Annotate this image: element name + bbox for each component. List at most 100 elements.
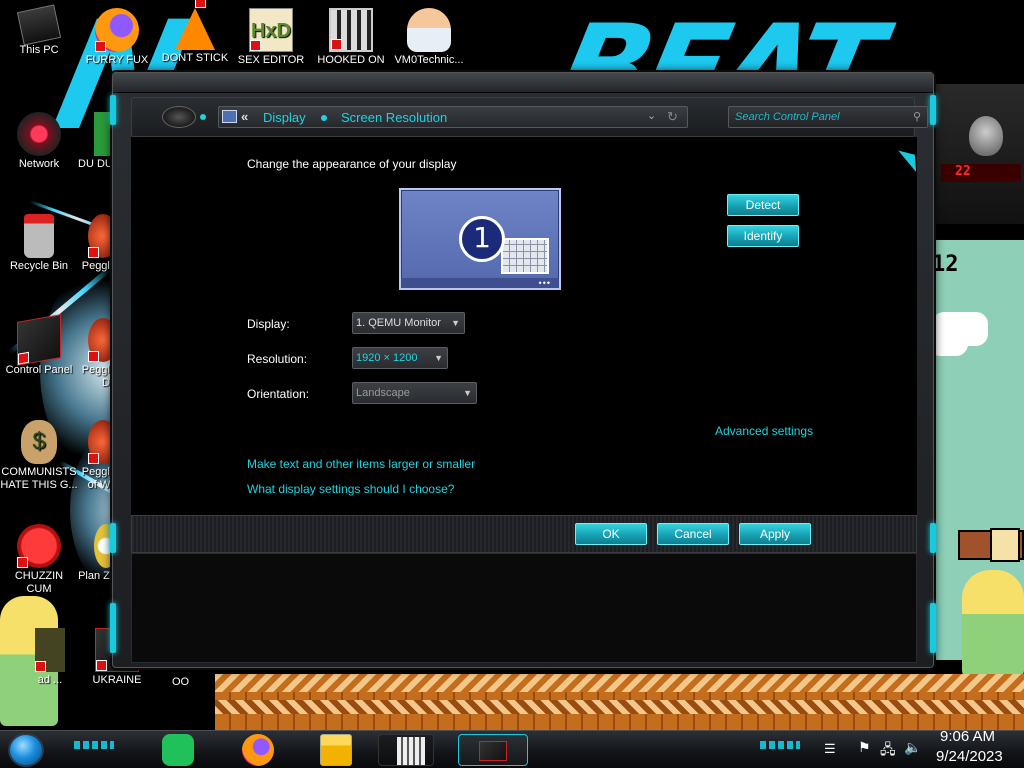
breadcrumb-separator bbox=[321, 115, 327, 121]
search-box[interactable]: Search Control Panel ⚲ bbox=[728, 106, 928, 128]
desktop-icon-recycle-bin[interactable]: Recycle Bin bbox=[0, 214, 78, 273]
control-panel-taskbar-icon[interactable] bbox=[458, 734, 528, 766]
display-monitor-icon bbox=[222, 110, 237, 123]
monitor-dots: ••• bbox=[538, 278, 551, 288]
display-help-link[interactable]: What display settings should I choose? bbox=[247, 482, 454, 496]
desktop-icon-peggle-of-wa[interactable]: Peggle of Wa bbox=[78, 420, 116, 492]
game-counter: 12 bbox=[932, 252, 959, 277]
volume-icon[interactable]: 🔈 bbox=[904, 739, 921, 756]
file-explorer-icon[interactable] bbox=[320, 734, 352, 766]
taskbar: ☰ ⚑ 🖧 🔈 bbox=[0, 730, 1024, 768]
monitor-preview[interactable]: 1 ••• bbox=[399, 188, 561, 290]
desktop-icon-ad[interactable]: ad ... bbox=[30, 628, 70, 687]
search-icon[interactable]: ⚲ bbox=[913, 110, 921, 123]
menu-lines-icon[interactable]: ☰ bbox=[824, 741, 836, 757]
nav-dot bbox=[200, 114, 206, 120]
frame-accent bbox=[110, 95, 116, 125]
desktop-icon-hooked-on[interactable]: HOOKED ON bbox=[312, 8, 390, 67]
window-title-bar[interactable] bbox=[113, 73, 933, 93]
resolution-select-value: 1920 × 1200 bbox=[356, 352, 418, 364]
display-select[interactable]: 1. QEMU Monitor ▼ bbox=[352, 312, 465, 334]
ok-button[interactable]: OK bbox=[575, 523, 647, 545]
desktop-icon-peggle[interactable]: Peggle bbox=[78, 214, 116, 273]
firefox-icon bbox=[95, 8, 139, 52]
orientation-select[interactable]: Landscape ▼ bbox=[352, 382, 477, 404]
recycle-bin-icon bbox=[24, 214, 54, 258]
hxd-editor-icon: HxD bbox=[249, 8, 293, 52]
text-size-link[interactable]: Make text and other items larger or smal… bbox=[247, 457, 475, 471]
identify-button[interactable]: Identify bbox=[727, 225, 799, 247]
monitor-taskbar bbox=[401, 278, 559, 288]
apply-button[interactable]: Apply bbox=[739, 523, 811, 545]
refresh-icon[interactable]: ↻ bbox=[667, 109, 678, 125]
navigation-bar: « Display Screen Resolution ⌄ ↻ Search C… bbox=[131, 97, 928, 137]
technician-icon bbox=[407, 8, 451, 52]
firefox-icon[interactable] bbox=[242, 734, 274, 766]
breadcrumb-display[interactable]: Display bbox=[263, 110, 306, 125]
frame-accent bbox=[930, 95, 936, 125]
desktop-icon-communists[interactable]: $ COMMUNISTS HATE THIS G... bbox=[0, 420, 78, 492]
desktop-icon-furry-fux[interactable]: FURRY FUX bbox=[78, 8, 156, 67]
flag-icon[interactable]: ⚑ bbox=[858, 739, 871, 756]
this-pc-icon bbox=[16, 4, 62, 46]
control-panel-icon bbox=[17, 314, 61, 366]
advanced-settings-link[interactable]: Advanced settings bbox=[715, 424, 813, 438]
desktop-icon-vm0technic[interactable]: VM0Technic... bbox=[390, 8, 468, 67]
page-title: Change the appearance of your display bbox=[247, 157, 457, 171]
breadcrumb-overflow[interactable]: « bbox=[241, 109, 248, 124]
vlc-cone-icon bbox=[175, 0, 215, 50]
app-icon bbox=[35, 628, 65, 672]
desktop-icon-peggle-de[interactable]: Peggle De bbox=[78, 318, 116, 390]
taskbar-accent bbox=[760, 741, 800, 749]
desktop-icon-network[interactable]: Network bbox=[0, 112, 78, 171]
game-thumbnail bbox=[397, 737, 425, 765]
cancel-button[interactable]: Cancel bbox=[657, 523, 729, 545]
window-lower-panel bbox=[131, 553, 917, 663]
money-bag-icon: $ bbox=[21, 420, 57, 464]
orientation-select-value: Landscape bbox=[356, 387, 410, 399]
desktop-icon-chuzzin-cum[interactable]: CHUZZIN CUM bbox=[0, 524, 78, 596]
maze-app-icon bbox=[329, 8, 373, 52]
chevron-down-icon[interactable]: ⌄ bbox=[647, 109, 656, 122]
clock-date[interactable]: 9/24/2023 bbox=[936, 748, 1003, 765]
breadcrumb-screen-resolution[interactable]: Screen Resolution bbox=[341, 110, 447, 125]
star-character bbox=[962, 570, 1024, 680]
main-content: Change the appearance of your display 1 … bbox=[131, 137, 917, 515]
chevron-down-icon: ▼ bbox=[463, 388, 472, 398]
frame-accent bbox=[930, 603, 936, 653]
chuzzle-icon bbox=[17, 524, 61, 568]
game-app-icon[interactable] bbox=[378, 734, 434, 766]
monitor-preview-window-icon bbox=[501, 238, 549, 274]
network-icon bbox=[17, 112, 61, 156]
game-block bbox=[990, 528, 1020, 562]
resolution-select[interactable]: 1920 × 1200 ▼ bbox=[352, 347, 448, 369]
taskbar-accent bbox=[74, 741, 114, 749]
game-ground bbox=[215, 674, 1024, 730]
orientation-label: Orientation: bbox=[247, 387, 310, 401]
start-button[interactable] bbox=[8, 733, 44, 767]
notes-app-icon[interactable] bbox=[162, 734, 194, 766]
address-bar[interactable]: « Display Screen Resolution ⌄ ↻ bbox=[218, 106, 688, 128]
dialog-button-bar: OK Cancel Apply bbox=[131, 515, 917, 553]
frame-accent bbox=[110, 603, 116, 653]
desktop-icon-sex-editor[interactable]: HxD SEX EDITOR bbox=[232, 8, 310, 67]
chevron-down-icon: ▼ bbox=[434, 353, 443, 363]
frame-accent bbox=[110, 523, 116, 553]
monitor-number-badge: 1 bbox=[459, 216, 505, 262]
desktop-icon-this-pc[interactable]: This PC bbox=[0, 4, 78, 57]
control-panel-window: « Display Screen Resolution ⌄ ↻ Search C… bbox=[110, 72, 936, 668]
chevron-down-icon: ▼ bbox=[451, 318, 460, 328]
desktop-icon-control-panel[interactable]: Control Panel bbox=[0, 314, 78, 377]
desktop-icon-dont-stick[interactable]: DONT STICK bbox=[156, 0, 234, 65]
game-cloud bbox=[928, 326, 968, 356]
detect-button[interactable]: Detect bbox=[727, 194, 799, 216]
resolution-label: Resolution: bbox=[247, 352, 308, 366]
back-forward-orb-icon[interactable] bbox=[162, 106, 196, 128]
control-panel-icon bbox=[479, 741, 507, 761]
search-input[interactable]: Search Control Panel bbox=[735, 111, 840, 123]
display-select-value: 1. QEMU Monitor bbox=[356, 317, 441, 329]
desktop-icon-du-dum[interactable]: DU DUM bbox=[78, 112, 114, 171]
clock-time[interactable]: 9:06 AM bbox=[940, 728, 995, 745]
network-tray-icon[interactable]: 🖧 bbox=[880, 739, 896, 763]
display-label: Display: bbox=[247, 317, 290, 331]
